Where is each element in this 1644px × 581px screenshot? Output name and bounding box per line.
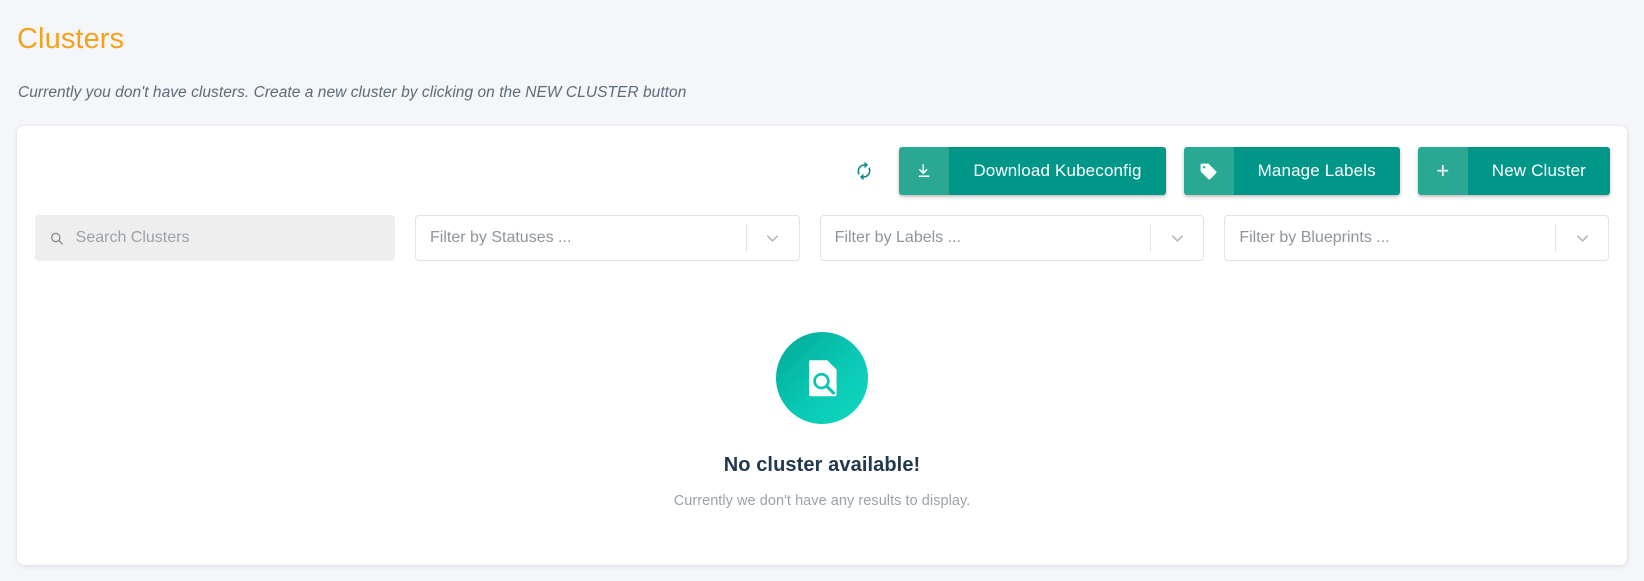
filter-row: Filter by Statuses ... Filter by Labels …	[35, 215, 1610, 261]
refresh-button[interactable]	[849, 156, 879, 186]
filter-blueprints-value: Filter by Blueprints ...	[1239, 229, 1390, 246]
filter-labels-select[interactable]: Filter by Labels ...	[819, 215, 1205, 261]
manage-labels-button[interactable]: Manage Labels	[1183, 147, 1400, 195]
clusters-card: Download Kubeconfig Manage Labels + New …	[17, 126, 1627, 565]
chevron-down-icon[interactable]	[1151, 229, 1203, 248]
empty-state: No cluster available! Currently we don't…	[17, 332, 1627, 509]
download-kubeconfig-label: Download Kubeconfig	[949, 147, 1166, 195]
filter-blueprints-select[interactable]: Filter by Blueprints ...	[1224, 215, 1610, 261]
filter-statuses-value: Filter by Statuses ...	[430, 229, 572, 246]
filter-labels-value: Filter by Labels ...	[834, 229, 961, 246]
search-input[interactable]	[75, 229, 381, 247]
new-cluster-label: New Cluster	[1467, 147, 1610, 195]
manage-labels-label: Manage Labels	[1233, 147, 1400, 195]
page-title: Clusters	[17, 23, 125, 55]
document-search-icon	[776, 332, 868, 424]
clusters-page: Clusters Currently you don't have cluste…	[0, 0, 1644, 581]
toolbar: Download Kubeconfig Manage Labels + New …	[849, 147, 1610, 195]
download-kubeconfig-button[interactable]: Download Kubeconfig	[899, 147, 1166, 195]
refresh-icon	[857, 161, 871, 181]
filter-statuses-select[interactable]: Filter by Statuses ...	[415, 215, 800, 261]
empty-state-subtitle: Currently we don't have any results to d…	[673, 493, 971, 509]
page-subtitle: Currently you don't have clusters. Creat…	[18, 84, 687, 101]
chevron-down-icon[interactable]	[747, 229, 799, 248]
new-cluster-button[interactable]: + New Cluster	[1417, 147, 1610, 195]
plus-icon: +	[1417, 147, 1468, 195]
chevron-down-icon[interactable]	[1556, 229, 1608, 248]
empty-state-title: No cluster available!	[723, 454, 921, 476]
search-icon	[51, 232, 63, 245]
search-clusters-box[interactable]	[35, 215, 395, 261]
download-icon	[899, 147, 950, 195]
tag-icon	[1183, 147, 1234, 195]
